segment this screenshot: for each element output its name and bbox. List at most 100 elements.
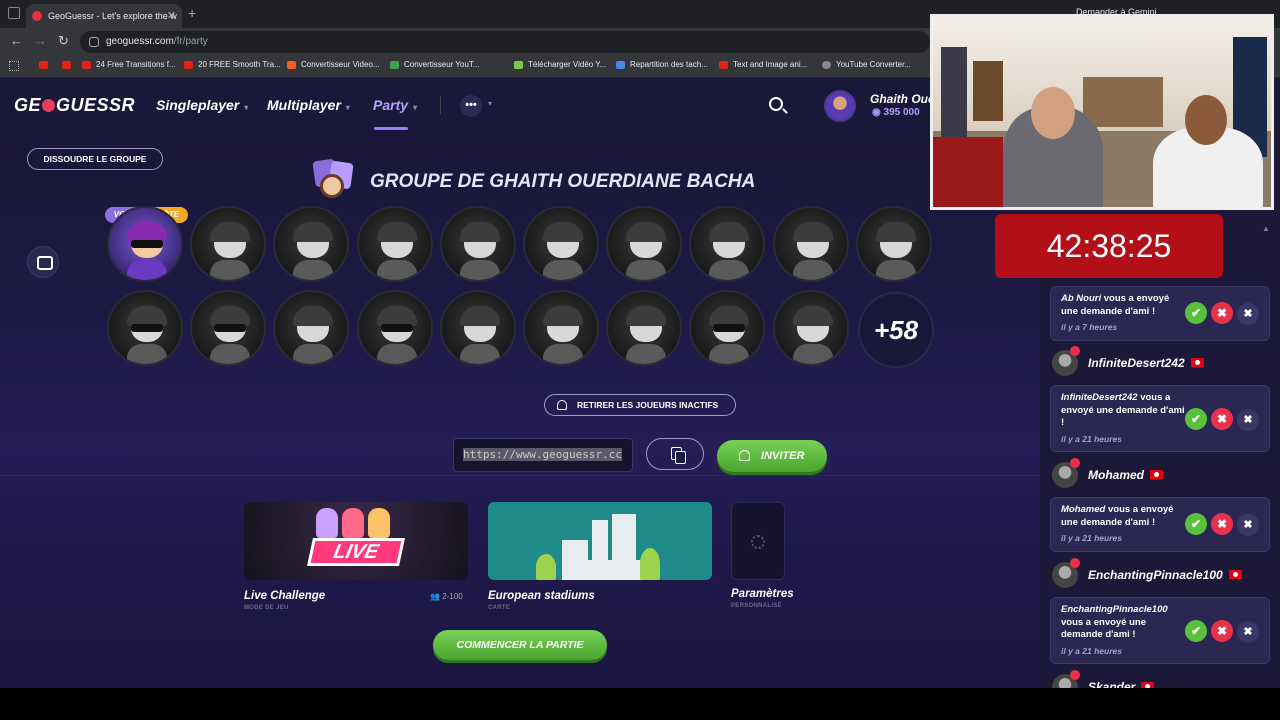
bookmark[interactable]: Text and Image ani... [719, 60, 807, 69]
player-avatar[interactable] [356, 206, 433, 282]
notification-user[interactable]: InfiniteDesert242 [1061, 392, 1138, 403]
tunisia-flag-icon [1228, 570, 1242, 579]
tab-close-icon[interactable]: ✕ [167, 4, 176, 28]
close-icon[interactable]: ✖ [1237, 620, 1259, 643]
bookmark[interactable]: Repartition des tach... [616, 60, 708, 69]
decline-button[interactable]: ✖ [1211, 302, 1233, 325]
search-icon[interactable] [769, 97, 783, 111]
bookmark[interactable]: Convertisseur YouT... [390, 60, 480, 69]
reload-icon[interactable]: ↻ [58, 33, 69, 49]
close-icon[interactable]: ✖ [1237, 303, 1259, 326]
bookmark-label: Télécharger Vidéo Y... [528, 60, 607, 69]
player-avatar[interactable] [107, 290, 183, 366]
accept-button[interactable]: ✔ [1185, 302, 1207, 325]
more-menu-button[interactable]: ••• [460, 95, 482, 117]
bookmark[interactable]: YouTube Converter... [822, 60, 911, 69]
player-avatar[interactable] [606, 206, 683, 282]
top-nav: GE GUESSR Singleplayer ▾ Multiplayer ▾ Part… [0, 78, 1040, 130]
notification-user[interactable]: Ab Nouri [1061, 293, 1101, 304]
avatar-body [709, 344, 750, 364]
decline-button[interactable]: ✖ [1211, 619, 1233, 642]
player-avatar[interactable] [772, 290, 849, 366]
menu-label: Multiplayer [267, 97, 341, 113]
youtube-bookmark-icon[interactable] [39, 61, 48, 69]
player-avatar[interactable] [273, 290, 350, 366]
notification-text: Ab Nouri vous a envoyé une demande d'ami… [1061, 293, 1187, 334]
geoguessr-logo[interactable]: GE GUESSR [14, 95, 135, 116]
accept-button[interactable]: ✔ [1185, 407, 1207, 430]
bookmark-icon [390, 61, 399, 69]
friend-request-notification[interactable]: Mohamed vous a envoyé une demande d'ami … [1050, 497, 1270, 552]
avatar[interactable] [824, 90, 856, 122]
menu-party[interactable]: Party ▾ [373, 97, 417, 113]
bookmark[interactable]: Télécharger Vidéo Y... [514, 60, 606, 69]
friend-request-user[interactable]: Mohamed [1050, 458, 1164, 488]
avatar-hair [127, 222, 167, 242]
player-avatar[interactable] [855, 206, 932, 282]
notification-user[interactable]: Mohamed [1061, 504, 1105, 515]
player-avatar[interactable] [689, 290, 766, 366]
avatar-body [210, 260, 251, 280]
bookmark-label: 20 FREE Smooth Tra... [198, 60, 281, 69]
game-mode-card[interactable]: LIVE [244, 502, 468, 580]
forward-icon[interactable]: → [34, 33, 47, 48]
friend-request-user[interactable]: EnchantingPinnacle100 [1050, 558, 1242, 588]
close-icon[interactable]: ✖ [1237, 514, 1259, 537]
decline-button[interactable]: ✖ [1211, 407, 1233, 430]
remove-inactive-button[interactable]: RETIRER LES JOUEURS INACTIFS [544, 394, 736, 416]
bookmark[interactable]: Convertisseur Video... [287, 60, 380, 69]
youtube-bookmark-icon[interactable] [62, 61, 71, 69]
menu-multiplayer[interactable]: Multiplayer ▾ [267, 97, 350, 113]
dissolve-group-button[interactable]: DISSOUDRE LE GROUPE [27, 148, 163, 170]
user-name[interactable]: Ghaith Oue [870, 92, 935, 106]
friend-request-notification[interactable]: Ab Nouri vous a envoyé une demande d'ami… [1050, 286, 1270, 341]
card-title: Paramètres [731, 588, 794, 600]
geoguessr-page: GE GUESSR Singleplayer ▾ Multiplayer ▾ Part… [0, 78, 1040, 688]
friend-request-notification[interactable]: EnchantingPinnacle100 vous a envoyé une … [1050, 597, 1270, 664]
url-input[interactable]: geoguessr.com/fr/party [80, 31, 930, 53]
close-icon[interactable]: ✖ [1237, 408, 1259, 431]
player-avatar[interactable] [439, 290, 516, 366]
copy-link-button[interactable] [646, 438, 704, 470]
notification-text: InfiniteDesert242 vous a envoyé une dema… [1061, 392, 1187, 445]
accept-button[interactable]: ✔ [1185, 619, 1207, 642]
avatar-hair [792, 222, 833, 242]
menu-singleplayer[interactable]: Singleplayer ▾ [156, 97, 248, 113]
chat-icon[interactable] [27, 246, 59, 278]
browser-tab[interactable]: GeoGuessr - Let's explore the w ✕ [26, 4, 182, 28]
site-info-icon[interactable] [89, 37, 99, 47]
chevron-down-icon: ▾ [488, 99, 493, 108]
start-game-button[interactable]: COMMENCER LA PARTIE [433, 630, 607, 660]
player-avatar[interactable] [606, 290, 683, 366]
player-avatar[interactable] [523, 206, 599, 282]
avatar-body [626, 344, 667, 364]
player-avatar[interactable] [772, 206, 849, 282]
avatar-body [459, 344, 500, 364]
player-avatar[interactable] [523, 290, 599, 366]
player-avatar[interactable] [439, 206, 516, 282]
my-avatar[interactable] [107, 206, 183, 282]
notification-user[interactable]: EnchantingPinnacle100 [1061, 604, 1168, 615]
invite-link-field[interactable]: https://www.geoguessr.cc [453, 438, 633, 472]
friend-request-notification[interactable]: InfiniteDesert242 vous a envoyé une dema… [1050, 385, 1270, 452]
tab-search-icon[interactable] [8, 7, 20, 19]
accept-button[interactable]: ✔ [1185, 513, 1207, 536]
player-avatar[interactable] [273, 206, 350, 282]
new-tab-icon[interactable]: + [188, 5, 196, 21]
bookmark[interactable]: 20 FREE Smooth Tra... [184, 60, 281, 69]
more-players-count[interactable]: +58 [858, 292, 934, 368]
back-icon[interactable]: ← [10, 33, 23, 48]
bookmark-label: YouTube Converter... [836, 60, 912, 69]
bookmark[interactable]: 24 Free Transitions f... [82, 60, 176, 69]
invite-button[interactable]: INVITER [717, 440, 827, 472]
apps-icon[interactable] [9, 61, 19, 71]
friend-request-user[interactable]: InfiniteDesert242 [1050, 346, 1204, 376]
player-avatar[interactable] [190, 290, 267, 366]
scroll-up-icon[interactable]: ▲ [1262, 224, 1270, 233]
player-avatar[interactable] [356, 290, 433, 366]
decline-button[interactable]: ✖ [1211, 513, 1233, 536]
settings-card[interactable] [731, 502, 785, 580]
map-card[interactable] [488, 502, 712, 580]
player-avatar[interactable] [190, 206, 267, 282]
player-avatar[interactable] [689, 206, 766, 282]
